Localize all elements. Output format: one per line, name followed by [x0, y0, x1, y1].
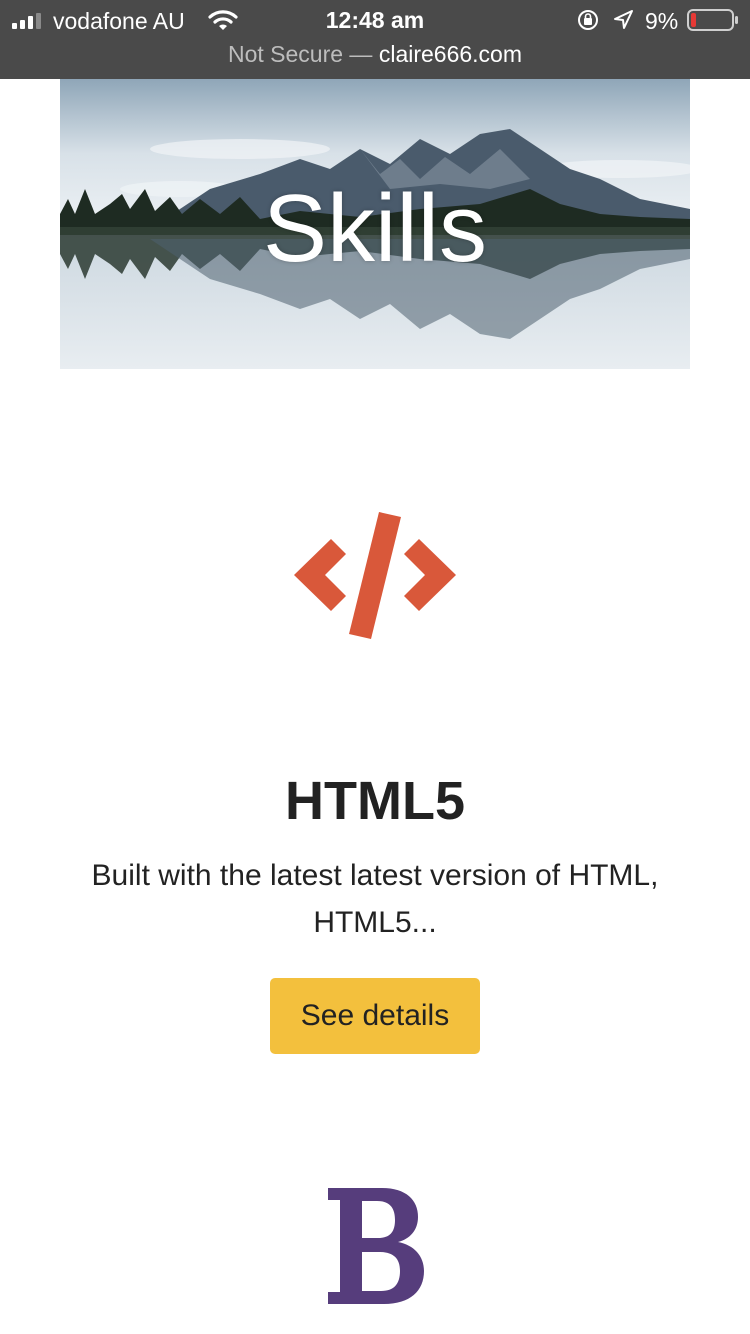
- address-bar[interactable]: Not Secure — claire666.com: [0, 40, 750, 68]
- code-icon: [294, 512, 456, 639]
- battery-level-fill: [691, 13, 696, 27]
- hero-banner: Skills: [60, 79, 690, 369]
- status-time: 12:48 am: [325, 7, 425, 33]
- bootstrap-icon: [328, 1188, 424, 1304]
- status-bar: vodafone AU 12:48 am 9%: [0, 0, 750, 40]
- domain-label: claire666.com: [378, 41, 523, 67]
- location-arrow-icon: [614, 10, 633, 29]
- battery-percent: 9%: [645, 8, 679, 34]
- hero-title: Skills: [262, 175, 487, 282]
- browser-topbar: vodafone AU 12:48 am 9% Not Secure — cla…: [0, 0, 750, 79]
- battery-icon: [687, 9, 738, 31]
- security-label: Not Secure —: [227, 41, 373, 67]
- see-details-button[interactable]: See details: [270, 978, 480, 1054]
- rotation-lock-icon: [578, 10, 598, 30]
- feature-title: HTML5: [285, 771, 465, 831]
- feature-description: Built with the latest latest version of …: [91, 859, 659, 939]
